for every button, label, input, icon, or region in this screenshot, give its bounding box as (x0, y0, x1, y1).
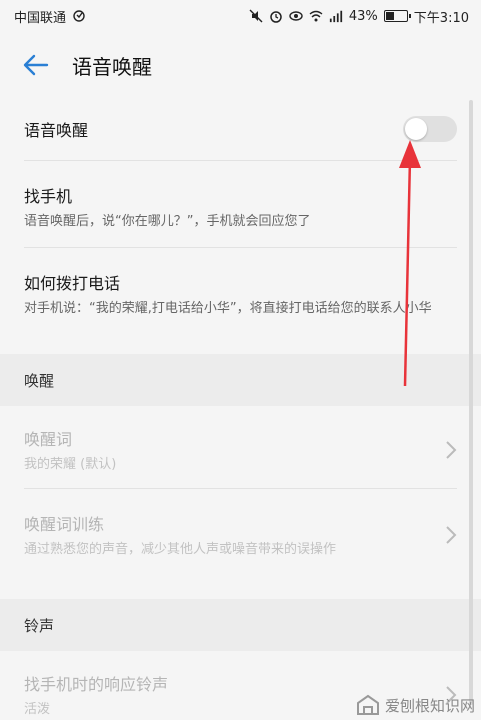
watermark-logo-icon (356, 694, 379, 715)
hd-call-icon (73, 10, 85, 22)
status-bar-left: 中国联通 (14, 7, 86, 26)
alarm-icon (270, 11, 282, 23)
battery-icon (383, 10, 411, 22)
chevron-right-icon (446, 441, 457, 459)
status-bar: 中国联通 43% 下午3:10 (0, 0, 481, 32)
status-bar-right: 43% 下午3:10 (249, 7, 469, 26)
battery-percent: 43% (348, 8, 378, 24)
section-header-ringtone: 铃声 (0, 599, 481, 651)
find-ringtone-label: 找手机时的响应铃声 (24, 675, 169, 694)
make-call-desc: 对手机说：“我的荣耀,打电话给小华”，将直接打电话给您的联系人小华 (24, 301, 432, 316)
battery-fill (385, 12, 394, 20)
wake-training-desc: 通过熟悉您的声音，减少其他人声或噪音带来的误操作 (24, 542, 337, 557)
watermark: 爱刨根知识网 (355, 694, 475, 716)
mute-icon (249, 9, 263, 23)
voice-wakeup-label: 语音唤醒 (24, 121, 89, 140)
toolbar: 语音唤醒 (0, 32, 481, 98)
find-phone-desc: 语音唤醒后，说“你在哪儿？”，手机就会回应您了 (24, 214, 311, 229)
wifi-icon (309, 10, 323, 22)
clock: 下午3:10 (413, 10, 469, 26)
signal-icon (329, 10, 343, 23)
carrier-label: 中国联通 (14, 10, 67, 26)
wake-training-label: 唤醒词训练 (24, 515, 105, 534)
wake-word-value: 我的荣耀 (默认) (24, 457, 117, 472)
eye-comfort-icon (289, 11, 303, 21)
annotation-arrow-icon (399, 140, 421, 387)
chevron-right-icon (446, 526, 457, 544)
find-ringtone-value: 活泼 (24, 702, 51, 717)
watermark-text: 爱刨根知识网 (384, 696, 475, 715)
make-call-label: 如何拨打电话 (24, 274, 121, 293)
wake-word-row[interactable]: 唤醒词 我的荣耀 (默认) (0, 406, 481, 488)
find-phone-label: 找手机 (24, 187, 73, 206)
toggle-knob (405, 118, 427, 140)
back-arrow-icon (23, 54, 49, 76)
back-button[interactable] (20, 49, 52, 81)
wake-training-row[interactable]: 唤醒词训练 通过熟悉您的声音，减少其他人声或噪音带来的误操作 (0, 489, 481, 599)
wake-word-label: 唤醒词 (24, 430, 73, 449)
scrollbar[interactable] (469, 100, 473, 705)
page-title: 语音唤醒 (72, 54, 152, 79)
